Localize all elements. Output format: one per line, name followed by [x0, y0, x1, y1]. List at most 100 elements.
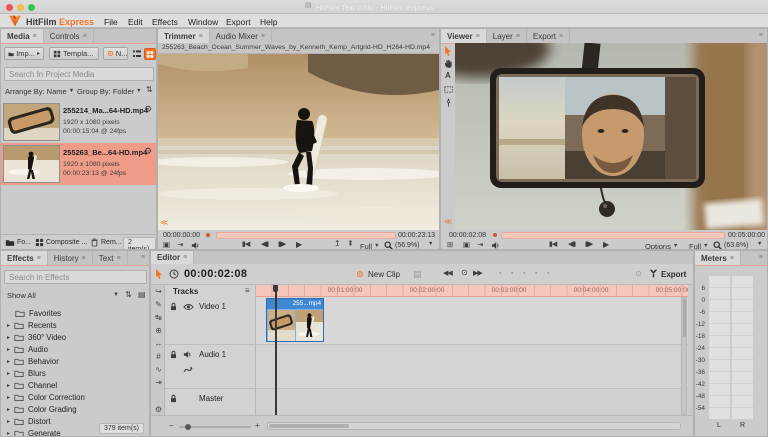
- loop-playback-icon[interactable]: ▣: [163, 241, 170, 249]
- go-to-start-icon[interactable]: ▮◀: [242, 241, 250, 248]
- tab-meters[interactable]: Meters ≡: [695, 251, 741, 265]
- panel-menu-icon[interactable]: ≡: [759, 29, 767, 43]
- gear-icon[interactable]: ⚙: [144, 105, 152, 114]
- menu-item-window[interactable]: Window: [188, 17, 218, 27]
- eye-icon[interactable]: [183, 303, 194, 311]
- audio-track-header[interactable]: Audio 1: [165, 345, 256, 389]
- close-window-button[interactable]: [6, 4, 13, 11]
- arrange-by-dropdown[interactable]: Arrange By: Name ▼: [5, 87, 74, 96]
- fast-forward-icon[interactable]: ▶▶: [473, 270, 483, 277]
- sync-icon[interactable]: [183, 365, 193, 375]
- timeline-horizontal-scrollbar[interactable]: [267, 422, 681, 430]
- remove-button[interactable]: Rem...: [101, 239, 122, 246]
- effects-folder-color-grading[interactable]: ▸ Color Grading: [1, 404, 149, 415]
- timeline-zoom-slider[interactable]: [179, 423, 251, 430]
- menu-item-effects[interactable]: Effects: [152, 17, 178, 27]
- sort-icon[interactable]: ⇅: [125, 291, 132, 299]
- panel-menu-icon[interactable]: ≡: [261, 33, 265, 40]
- mask-rect-tool-icon[interactable]: [444, 85, 453, 94]
- effects-folder-channel[interactable]: ▸ Channel: [1, 380, 149, 391]
- tab-export[interactable]: Export ≡: [527, 29, 571, 43]
- gear-icon[interactable]: ⚙: [153, 405, 164, 414]
- editor-timecode[interactable]: 00:00:02:08: [184, 268, 247, 280]
- panel-resize-indicator[interactable]: ≪: [160, 218, 168, 227]
- tab-text[interactable]: Text ≡: [93, 251, 128, 265]
- expander-icon[interactable]: ▸: [7, 407, 10, 413]
- lock-icon[interactable]: [169, 350, 178, 359]
- export-button[interactable]: Export: [661, 270, 686, 279]
- master-track-header[interactable]: Master: [165, 389, 256, 415]
- speaker-icon[interactable]: [491, 241, 500, 250]
- tab-viewer[interactable]: Viewer ≡: [441, 29, 487, 43]
- expander-icon[interactable]: ▸: [7, 383, 10, 389]
- master-track-lane[interactable]: [256, 389, 688, 415]
- trimmer-video-beach-surfer[interactable]: [158, 54, 439, 230]
- zoom-in-icon[interactable]: +: [255, 422, 260, 430]
- viewer-scrubber[interactable]: [501, 232, 725, 239]
- panel-menu-icon[interactable]: ≡: [141, 251, 149, 265]
- tab-controls[interactable]: Controls ≡: [44, 29, 94, 43]
- lock-icon[interactable]: [169, 394, 178, 403]
- expander-icon[interactable]: ▸: [7, 335, 10, 341]
- media-item-beach-clip[interactable]: 255263_Be...64-HD.mp4 1920 x 1080 pixels…: [1, 143, 156, 185]
- expander-icon[interactable]: ▸: [7, 419, 10, 425]
- expander-icon[interactable]: ▸: [7, 431, 10, 437]
- hand-tool-icon[interactable]: ↪: [153, 287, 164, 296]
- loop-playback-icon[interactable]: ▣: [463, 241, 470, 249]
- timeline-ruler[interactable]: 00:01:00:00 00:02:00:00 00:03:00:00 00:0…: [256, 285, 688, 297]
- panel-resize-indicator[interactable]: ≪: [444, 217, 452, 226]
- zoom-out-icon[interactable]: –: [169, 422, 173, 430]
- viewer-playhead-marker[interactable]: [493, 233, 497, 237]
- rewind-icon[interactable]: ◀◀: [443, 270, 453, 277]
- timeline-vertical-scrollbar[interactable]: [681, 297, 687, 415]
- menu-item-export[interactable]: Export: [226, 17, 251, 27]
- expander-icon[interactable]: ▸: [7, 347, 10, 353]
- ripple-tool-icon[interactable]: ↔: [153, 339, 164, 348]
- play-icon[interactable]: ▶: [603, 241, 609, 249]
- list-view-icon[interactable]: ▤: [138, 291, 146, 299]
- select-tool-icon[interactable]: [155, 269, 163, 279]
- panel-menu-icon[interactable]: ≡: [559, 33, 563, 40]
- previous-frame-icon[interactable]: ◀▮: [568, 241, 576, 248]
- link-icon[interactable]: ▤: [413, 269, 422, 280]
- next-frame-icon[interactable]: ▮▶: [585, 241, 593, 248]
- effects-folder-blurs[interactable]: ▸ Blurs: [1, 368, 149, 379]
- new-clip-button[interactable]: New Clip: [368, 270, 400, 279]
- tab-media[interactable]: Media ≡: [1, 29, 44, 43]
- menu-item-edit[interactable]: Edit: [128, 17, 143, 27]
- playhead[interactable]: [275, 285, 277, 415]
- previous-frame-icon[interactable]: ◀▮: [261, 241, 269, 248]
- zoom-magnifier-icon[interactable]: [384, 241, 393, 250]
- zoom-window-button[interactable]: [28, 4, 35, 11]
- viewer-video-rearview-mirror[interactable]: [455, 43, 768, 230]
- set-in-point-icon[interactable]: ↥: [334, 240, 341, 248]
- effects-folder-color-correction[interactable]: ▸ Color Correction: [1, 392, 149, 403]
- chevron-down-icon[interactable]: ▼: [757, 241, 762, 248]
- viewer-zoom-level[interactable]: (63.8%): [724, 242, 749, 249]
- tracks-menu-icon[interactable]: ≡: [245, 287, 250, 295]
- audio-track-lane[interactable]: [256, 345, 688, 389]
- next-frame-icon[interactable]: ▮▶: [278, 241, 286, 248]
- pen-tool-icon[interactable]: [444, 98, 453, 107]
- tab-editor[interactable]: Editor ≡: [151, 251, 195, 264]
- media-search-input[interactable]: [4, 67, 154, 81]
- media-item-mirror-clip[interactable]: 255214_Ma...64-HD.mp4 1920 x 1080 pixels…: [1, 101, 156, 143]
- chevron-down-icon[interactable]: ▼: [113, 292, 119, 298]
- sort-direction-icon[interactable]: ⇅: [146, 86, 153, 94]
- play-icon[interactable]: ▶: [296, 241, 302, 249]
- envelope-tool-icon[interactable]: ∿: [153, 365, 164, 374]
- menu-item-help[interactable]: Help: [260, 17, 277, 27]
- effects-folder-360-video[interactable]: ▸ 360° Video: [1, 332, 149, 343]
- expander-icon[interactable]: ▸: [7, 395, 10, 401]
- slide-tool-icon[interactable]: ⊕: [153, 326, 164, 335]
- refresh-icon[interactable]: ⊙: [635, 269, 642, 278]
- select-tool-icon[interactable]: [444, 46, 452, 56]
- new-button[interactable]: ⊙ N...: [103, 47, 128, 60]
- send-to-timeline-icon[interactable]: ⇥: [477, 241, 483, 249]
- panel-menu-icon[interactable]: ≡: [730, 255, 734, 262]
- group-by-dropdown[interactable]: Group By: Folder ▼: [77, 87, 142, 96]
- expander-icon[interactable]: ▸: [7, 359, 10, 365]
- viewer-options-dropdown[interactable]: Options ▼: [645, 242, 678, 249]
- speaker-icon[interactable]: [191, 241, 200, 250]
- tab-effects[interactable]: Effects ≡: [1, 251, 48, 265]
